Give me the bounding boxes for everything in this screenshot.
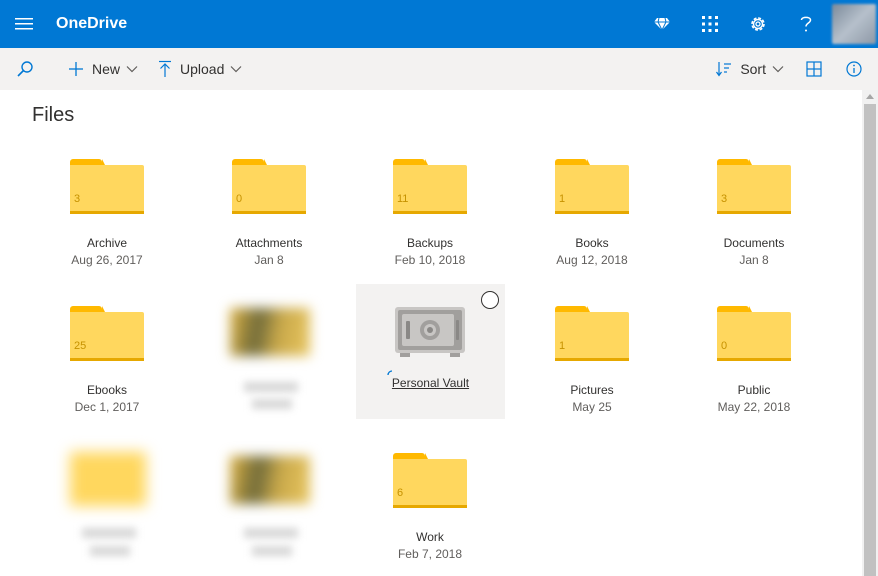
- folder-icon: 6: [393, 453, 467, 509]
- blurred-thumbnail: [70, 452, 146, 506]
- folder-tile-ebooks[interactable]: 25 Ebooks Dec 1, 2017: [32, 306, 182, 442]
- item-count: 3: [721, 193, 728, 205]
- app-grid-icon[interactable]: [686, 0, 734, 48]
- vertical-scrollbar[interactable]: [862, 90, 878, 576]
- folder-name[interactable]: Attachments: [194, 236, 344, 250]
- folder-name[interactable]: Work: [355, 530, 505, 544]
- folder-tile-books[interactable]: 1 Books Aug 12, 2018: [517, 159, 667, 295]
- folder-tile-pictures[interactable]: 1 Pictures May 25: [517, 306, 667, 442]
- scroll-thumb[interactable]: [864, 104, 876, 576]
- blurred-folder-tile[interactable]: [194, 302, 344, 438]
- blurred-date: [90, 546, 130, 556]
- item-count: 3: [74, 193, 81, 205]
- view-tiles-button[interactable]: [792, 48, 836, 90]
- info-icon: [846, 61, 862, 77]
- folder-date: Aug 12, 2018: [556, 253, 628, 267]
- folder-name[interactable]: Personal Vault: [356, 376, 505, 390]
- folder-tile-personal-vault[interactable]: Personal Vault: [356, 284, 505, 419]
- folder-date: Aug 26, 2017: [71, 253, 143, 267]
- settings-gear-icon[interactable]: [734, 0, 782, 48]
- folder-date: May 25: [572, 400, 612, 414]
- chevron-down-icon: [126, 66, 138, 73]
- item-count: 1: [559, 193, 566, 205]
- search-icon: [17, 61, 33, 77]
- chevron-down-icon: [772, 66, 784, 73]
- folder-date: Feb 7, 2018: [397, 547, 463, 561]
- hamburger-menu-icon[interactable]: [0, 0, 48, 48]
- search-button[interactable]: [0, 48, 42, 90]
- blurred-name: [244, 382, 298, 392]
- plus-icon: [69, 62, 83, 76]
- avatar[interactable]: [832, 4, 876, 44]
- folder-name[interactable]: Pictures: [517, 383, 667, 397]
- folder-icon: 3: [70, 159, 144, 215]
- blurred-folder-tile[interactable]: [32, 450, 182, 576]
- folder-date: Jan 8: [254, 253, 284, 267]
- folder-icon: 3: [717, 159, 791, 215]
- folder-name[interactable]: Backups: [355, 236, 505, 250]
- folder-icon: 11: [393, 159, 467, 215]
- folder-tile-backups[interactable]: 11 Backups Feb 10, 2018: [355, 159, 505, 295]
- folder-name[interactable]: Archive: [32, 236, 182, 250]
- upload-label: Upload: [180, 61, 225, 77]
- sort-button[interactable]: Sort: [708, 48, 792, 90]
- app-title[interactable]: OneDrive: [56, 15, 127, 33]
- chevron-down-icon: [230, 66, 242, 73]
- vault-safe-icon: [395, 307, 465, 357]
- blurred-date: [252, 399, 292, 409]
- folder-icon: 1: [555, 159, 629, 215]
- top-bar: OneDrive: [0, 0, 878, 48]
- blurred-name: [244, 528, 298, 538]
- help-question-icon[interactable]: [782, 0, 830, 48]
- item-count: 0: [236, 193, 243, 205]
- folder-tile-documents[interactable]: 3 Documents Jan 8: [679, 159, 829, 295]
- folder-date: Feb 10, 2018: [394, 253, 466, 267]
- folder-tile-work[interactable]: 6 Work Feb 7, 2018: [355, 453, 505, 576]
- blurred-folder-tile[interactable]: [194, 450, 344, 576]
- folder-tile-attachments[interactable]: 0 Attachments Jan 8: [194, 159, 344, 295]
- folder-name[interactable]: Books: [517, 236, 667, 250]
- upload-arrow-icon: [159, 60, 172, 77]
- command-bar: New Upload Sort: [0, 48, 878, 90]
- item-count: 1: [559, 340, 566, 352]
- folder-tile-public[interactable]: 0 Public May 22, 2018: [679, 306, 829, 442]
- folder-date: May 22, 2018: [717, 400, 791, 414]
- folder-icon: 25: [70, 306, 144, 362]
- premium-diamond-icon[interactable]: [638, 0, 686, 48]
- sort-label: Sort: [740, 61, 766, 77]
- folder-icon: 0: [717, 306, 791, 362]
- folder-icon: 0: [232, 159, 306, 215]
- scroll-up-arrow-icon[interactable]: [866, 94, 874, 99]
- folder-name[interactable]: Ebooks: [32, 383, 182, 397]
- item-count: 0: [721, 340, 728, 352]
- folder-date: Jan 8: [739, 253, 769, 267]
- page-title: Files: [32, 104, 75, 126]
- blurred-name: [82, 528, 136, 538]
- item-count: 25: [74, 340, 87, 352]
- folder-name[interactable]: Public: [679, 383, 829, 397]
- folder-tile-archive[interactable]: 3 Archive Aug 26, 2017: [32, 159, 182, 295]
- select-checkbox[interactable]: [481, 291, 499, 309]
- blurred-thumbnail: [230, 456, 310, 504]
- sort-icon: [716, 62, 732, 77]
- new-button[interactable]: New: [60, 48, 146, 90]
- blurred-thumbnail: [230, 308, 310, 356]
- details-info-button[interactable]: [836, 48, 878, 90]
- folder-icon: 1: [555, 306, 629, 362]
- new-label: New: [92, 61, 121, 77]
- file-grid: Files 3 Archive Aug 26, 2017 0 Attachmen…: [0, 90, 862, 576]
- item-count: 11: [397, 193, 409, 205]
- folder-date: Dec 1, 2017: [74, 400, 140, 414]
- grid-view-icon: [806, 61, 822, 77]
- upload-button[interactable]: Upload: [150, 48, 250, 90]
- blurred-date: [252, 546, 292, 556]
- item-count: 6: [397, 487, 404, 499]
- folder-name[interactable]: Documents: [679, 236, 829, 250]
